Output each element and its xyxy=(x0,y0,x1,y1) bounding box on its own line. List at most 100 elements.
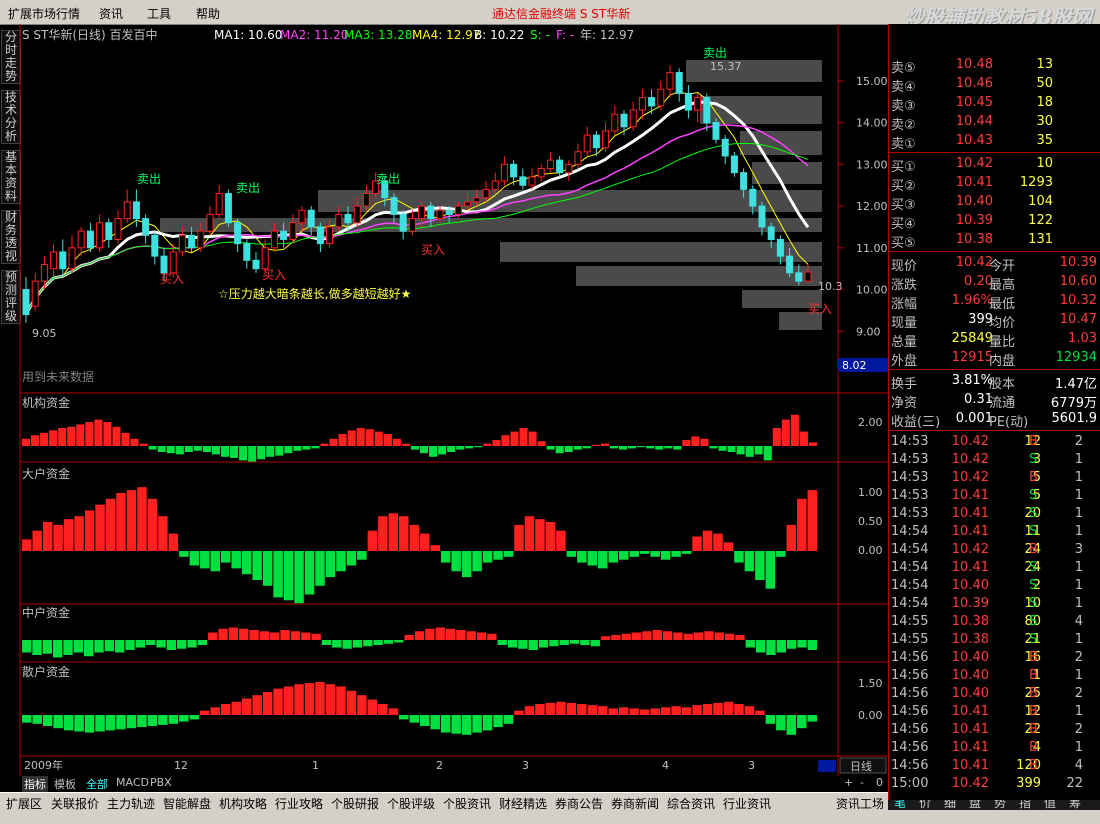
indicator-bar xyxy=(325,684,336,715)
candle-body xyxy=(657,88,665,107)
indicator-bar xyxy=(231,551,241,569)
indicator-bar xyxy=(766,640,776,655)
indicator-bar xyxy=(591,444,600,446)
indicator-bar xyxy=(158,516,168,551)
quote-cell: S xyxy=(1029,488,1038,503)
quote-cell: 买⑤ xyxy=(891,236,916,251)
indicator-bar xyxy=(797,640,807,648)
indicator-bar xyxy=(156,640,166,648)
tab-macd[interactable]: MACD xyxy=(116,776,149,789)
quote-row: 15:00 10.42 399 22 xyxy=(889,775,1085,793)
indicator-bar xyxy=(673,632,683,640)
quote-cell: 10.41 xyxy=(955,175,993,190)
indicator-bar xyxy=(628,446,637,449)
indicator-bar xyxy=(482,551,493,563)
zoom-in-button[interactable]: + xyxy=(844,776,853,789)
quote-row: 收益(三) 0.001 PE(动) 5601.9 xyxy=(889,410,1100,430)
quote-cell: 1 xyxy=(1074,632,1083,647)
indicator-bar xyxy=(631,632,642,640)
indicator-bar xyxy=(241,551,252,575)
indicator-bar xyxy=(546,446,555,450)
stats-separator xyxy=(889,251,1100,252)
tab-all[interactable]: 全部 xyxy=(86,776,108,792)
indicator-bar xyxy=(600,636,611,640)
quote-cell: 10.38 xyxy=(955,232,993,247)
indicator-bar xyxy=(262,691,273,715)
indicator-bar xyxy=(85,422,94,446)
indicator-bar xyxy=(682,440,691,446)
candle-body xyxy=(335,213,343,228)
indicator-bar xyxy=(655,446,664,450)
tab-indicators[interactable]: 指标 xyxy=(22,776,48,792)
quote-cell: 10.41 xyxy=(951,560,989,575)
indicator-bar xyxy=(723,542,734,551)
quote-cell: 卖① xyxy=(891,137,916,152)
price-tick-label: 13.00 xyxy=(856,158,888,171)
indicator-bar xyxy=(76,424,85,446)
indicator-bar xyxy=(414,631,425,640)
candle-body xyxy=(252,259,260,270)
quote-row: 14:54 10.41 24 S 1 xyxy=(889,559,1085,577)
quote-cell: 10.47 xyxy=(1059,312,1097,327)
low-label: 9.05 xyxy=(32,327,57,340)
quote-cell: 1 xyxy=(1074,740,1083,755)
zoom-out-button[interactable]: - xyxy=(860,776,864,789)
indicator-bar xyxy=(566,702,577,715)
indicator-bar xyxy=(587,551,598,566)
quote-cell: 14:56 xyxy=(891,686,929,701)
indicator-bar xyxy=(63,640,73,655)
tab-templates[interactable]: 模板 xyxy=(54,776,76,792)
stats2-separator xyxy=(889,369,1100,370)
indicator-bar xyxy=(241,698,252,715)
indicator-bar xyxy=(399,516,409,551)
indicator-bar xyxy=(197,640,208,645)
indicator-bar xyxy=(807,490,817,551)
indicator-bar xyxy=(445,628,456,640)
indicator-bar xyxy=(121,432,130,446)
indicator-bar xyxy=(807,640,817,650)
quote-cell: 涨跌 xyxy=(891,278,918,293)
quote-cell: 最低 xyxy=(989,297,1016,312)
indicator-bar xyxy=(493,551,503,560)
indicator-bar xyxy=(776,715,786,731)
indicator-bar xyxy=(497,640,507,645)
indicator-bar xyxy=(283,686,294,715)
zoom-reset-button[interactable]: 0 xyxy=(876,776,883,789)
quote-cell: 卖③ xyxy=(891,99,916,114)
indicator-bar xyxy=(73,640,84,653)
indicator-bar xyxy=(440,715,451,733)
indicator-bar xyxy=(598,551,608,569)
indicator-bar xyxy=(378,704,388,715)
quote-cell: 14:53 xyxy=(891,434,929,449)
indicator-bar xyxy=(611,635,621,640)
indicator-bar xyxy=(745,640,755,648)
candle-body xyxy=(666,72,674,90)
indicator-bar xyxy=(456,446,465,450)
indicator-bar xyxy=(642,631,652,640)
quote-cell: 14:56 xyxy=(891,740,929,755)
indicator-bar xyxy=(374,431,383,446)
tab-pbx[interactable]: PBX xyxy=(150,776,172,789)
indicator-bar xyxy=(357,551,367,560)
quote-cell: 14:56 xyxy=(891,758,929,773)
quote-cell: S xyxy=(1029,614,1038,629)
candle-body xyxy=(40,263,48,282)
scroll-indicator[interactable] xyxy=(818,760,836,772)
indicator-bar xyxy=(724,633,735,640)
chart-area[interactable]: S ST华新(日线) 百发百中 MA1: 10.60 MA2: 11.20 MA… xyxy=(0,0,888,776)
quote-cell: B xyxy=(1029,722,1038,737)
quote-cell: 10.42 xyxy=(951,776,989,791)
quote-cell: 4 xyxy=(1074,614,1083,629)
candle-body xyxy=(289,222,297,240)
indicator-bar xyxy=(429,446,438,457)
indicator-bar xyxy=(709,446,718,449)
indicator-bar xyxy=(420,533,430,551)
time-label-4: 4 xyxy=(662,759,669,772)
indicator-bar xyxy=(304,551,315,595)
candle-body xyxy=(648,97,656,107)
indicator-bar xyxy=(755,710,765,715)
ticks-separator xyxy=(889,430,1100,431)
candle-body xyxy=(353,205,361,224)
quote-cell: 13 xyxy=(1036,57,1053,72)
candle-body xyxy=(22,289,30,316)
